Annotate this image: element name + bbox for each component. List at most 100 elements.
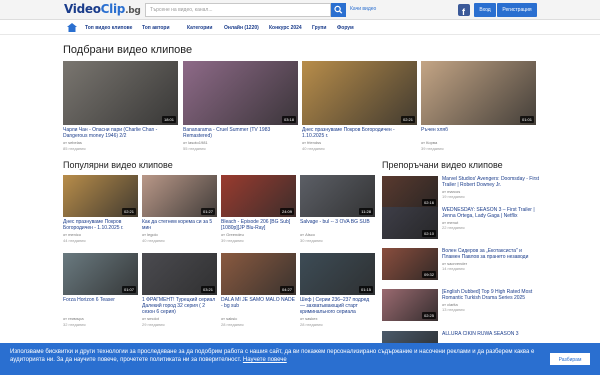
nav-online[interactable]: Онлайн (1220): [224, 25, 259, 31]
recommended-item[interactable]: 09:32 Волен Сидеров за „Екотаксиста" и Пл…: [382, 248, 542, 280]
video-thumbnail[interactable]: 02:16: [382, 176, 438, 208]
video-card[interactable]: 03:18 Bananarama - Cruel Summer (TV 1983 …: [183, 61, 298, 152]
cookie-accept-button[interactable]: Разбирам: [549, 352, 591, 366]
upload-video-link[interactable]: Качи видео: [350, 6, 376, 12]
home-icon[interactable]: [67, 23, 77, 32]
video-duration: 04:27: [279, 286, 294, 293]
video-author[interactable]: от lasoto1981: [183, 140, 208, 145]
video-title[interactable]: 1 ФРАГМЕНТ! Турецкий сериал Далекий горо…: [142, 297, 217, 316]
video-title[interactable]: Forza Horizon 6 Teaser: [63, 297, 138, 316]
video-thumbnail[interactable]: 02:21: [63, 175, 138, 217]
video-author[interactable]: от геимъра: [63, 316, 84, 321]
video-thumbnail[interactable]: 02:21: [302, 61, 417, 125]
video-duration: 01:01: [519, 116, 534, 123]
video-card[interactable]: 01:07 Forza Horizon 6 Teaser от геимъра 32 …: [63, 253, 138, 328]
video-thumbnail[interactable]: 11:28: [300, 175, 375, 217]
video-thumbnail[interactable]: 02:10: [382, 207, 438, 239]
video-views: 32 гледания: [63, 322, 86, 327]
video-duration: 09:32: [421, 271, 436, 278]
video-author[interactable]: от menico: [63, 232, 81, 237]
video-thumbnail[interactable]: 03:18: [183, 61, 298, 125]
video-title[interactable]: Bananarama - Cruel Summer (TV 1983 Remas…: [183, 127, 298, 140]
video-author[interactable]: от friendss: [302, 140, 321, 145]
video-author[interactable]: от Корва: [421, 140, 437, 145]
video-duration: 03:21: [200, 286, 215, 293]
facebook-icon[interactable]: f: [458, 4, 470, 17]
recommended-item[interactable]: 02:25 [English Dubbed] Top 9 High Rated M…: [382, 289, 542, 321]
popular-title: Популярни видео клипове: [63, 160, 173, 170]
video-card[interactable]: 01:27 Как да стегнем корема си за 5 мин от…: [142, 175, 217, 244]
video-views: 30 гледания: [300, 238, 323, 243]
video-title[interactable]: Волен Сидеров за „Екотаксиста" и Пламен …: [442, 248, 540, 260]
video-card[interactable]: 04:27 DALA MI JE SAMO MALO NADE - bg sub о…: [221, 253, 296, 328]
video-title[interactable]: Днес празнуваме Покров Богородичен - 1.1…: [302, 127, 417, 140]
recommended-item[interactable]: 02:10 WEDNESDAY: SEASON 3 – First Trailer…: [382, 207, 542, 239]
video-author[interactable]: от Greendeu: [221, 232, 244, 237]
svg-text:f: f: [462, 7, 466, 17]
recommended-item[interactable]: 02:16 Marvel Studios' Avengers: Doomsday …: [382, 176, 542, 208]
video-thumbnail[interactable]: 18:01: [63, 61, 178, 125]
video-views: 39 гледания: [421, 146, 444, 151]
search-button[interactable]: [331, 3, 346, 17]
video-duration: 03:18: [281, 116, 296, 123]
video-card[interactable]: 01:01 Ръчен хляб от Корва 39 гледания: [421, 61, 536, 152]
video-author[interactable]: от legolo: [142, 232, 158, 237]
nav-categories[interactable]: Категории: [187, 25, 212, 31]
login-button[interactable]: Вход: [474, 3, 496, 17]
register-button[interactable]: Регистрация: [497, 3, 537, 17]
cookie-learn-more-link[interactable]: Научете повече: [243, 357, 287, 363]
video-card[interactable]: 24:09 Bleach - Episode 206 [BG Sub][1080p…: [221, 175, 296, 244]
video-author[interactable]: от saksic: [221, 316, 237, 321]
video-duration: 01:27: [200, 208, 215, 215]
video-card[interactable]: 03:21 1 ФРАГМЕНТ! Турецкий сериал Далекий…: [142, 253, 217, 328]
video-title[interactable]: Marvel Studios' Avengers: Doomsday - Fir…: [442, 176, 540, 188]
video-views: 40 гледания: [142, 238, 165, 243]
video-title[interactable]: [English Dubbed] Top 9 High Rated Most R…: [442, 289, 540, 301]
video-views: 44 гледания: [63, 238, 86, 243]
nav-contest[interactable]: Конкурс 2024: [269, 25, 302, 31]
video-card[interactable]: 02:21 Днес празнуваме Покров Богородичен …: [302, 61, 417, 152]
video-thumbnail[interactable]: 02:25: [382, 289, 438, 321]
featured-title: Подбрани видео клипове: [63, 44, 193, 56]
video-title[interactable]: ALLURA CIKIN RUWA SEASON 3: [442, 331, 540, 337]
video-thumbnail[interactable]: 01:01: [421, 61, 536, 125]
video-title[interactable]: DALA MI JE SAMO MALO NADE - bg sub: [221, 297, 296, 316]
video-duration: 01:15: [358, 286, 373, 293]
video-title[interactable]: WEDNESDAY: SEASON 3 – First Trailer | Je…: [442, 207, 540, 219]
video-views: 85 гледания: [63, 146, 86, 151]
video-card[interactable]: 11:28 Salvage - bul -- 3 OVA BG SUB от Als…: [300, 175, 375, 244]
video-card[interactable]: 01:15 Шеф | Серии 236–237 подред — захват…: [300, 253, 375, 328]
video-card[interactable]: 02:21 Днес празнуваме Покров Богородичен …: [63, 175, 138, 244]
recommended-text: Волен Сидеров за „Екотаксиста" и Пламен …: [442, 248, 540, 280]
video-title[interactable]: Днес празнуваме Покров Богородичен - 1.1…: [63, 219, 138, 232]
nav-forum[interactable]: Форум: [337, 25, 354, 31]
video-thumbnail[interactable]: 24:09: [221, 175, 296, 217]
video-duration: 18:01: [161, 116, 176, 123]
video-thumbnail[interactable]: 09:32: [382, 248, 438, 280]
video-thumbnail[interactable]: 01:15: [300, 253, 375, 295]
cookie-banner: Използваме бисквитки и други технологии …: [0, 343, 600, 375]
top-bar: VideoClip.bg Търсене на видео, канал... …: [0, 0, 600, 20]
nav-groups[interactable]: Групи: [312, 25, 327, 31]
video-title[interactable]: Как да стегнем корема си за 5 мин: [142, 219, 217, 232]
video-title[interactable]: Ръчен хляб: [421, 127, 536, 140]
site-logo[interactable]: VideoClip.bg: [64, 2, 141, 16]
video-title[interactable]: Чарли Чан - Опасни пари (Charlie Chan - …: [63, 127, 178, 140]
video-author[interactable]: от saskex: [300, 316, 318, 321]
nav-top-authors[interactable]: Топ автори: [142, 25, 170, 31]
video-title[interactable]: Bleach - Episode 206 [BG Sub][1080p][JP …: [221, 219, 296, 232]
video-title[interactable]: Salvage - bul -- 3 OVA BG SUB: [300, 219, 375, 232]
video-thumbnail[interactable]: 03:21: [142, 253, 217, 295]
video-thumbnail[interactable]: 04:27: [221, 253, 296, 295]
video-card[interactable]: 18:01 Чарли Чан - Опасни пари (Charlie Ch…: [63, 61, 178, 152]
video-title[interactable]: Шеф | Серии 236–237 подред — захватывающ…: [300, 297, 375, 316]
video-views: 39 гледания: [221, 238, 244, 243]
video-thumbnail[interactable]: 01:07: [63, 253, 138, 295]
nav-top-videos[interactable]: Топ видео клипове: [85, 25, 132, 31]
video-author[interactable]: от Alsco: [300, 232, 315, 237]
video-author[interactable]: от smolot: [142, 316, 159, 321]
search-input[interactable]: Търсене на видео, канал...: [145, 3, 331, 17]
video-thumbnail[interactable]: 01:27: [142, 175, 217, 217]
video-author[interactable]: от sebelas: [63, 140, 82, 145]
video-views: 28 гледания: [300, 322, 323, 327]
